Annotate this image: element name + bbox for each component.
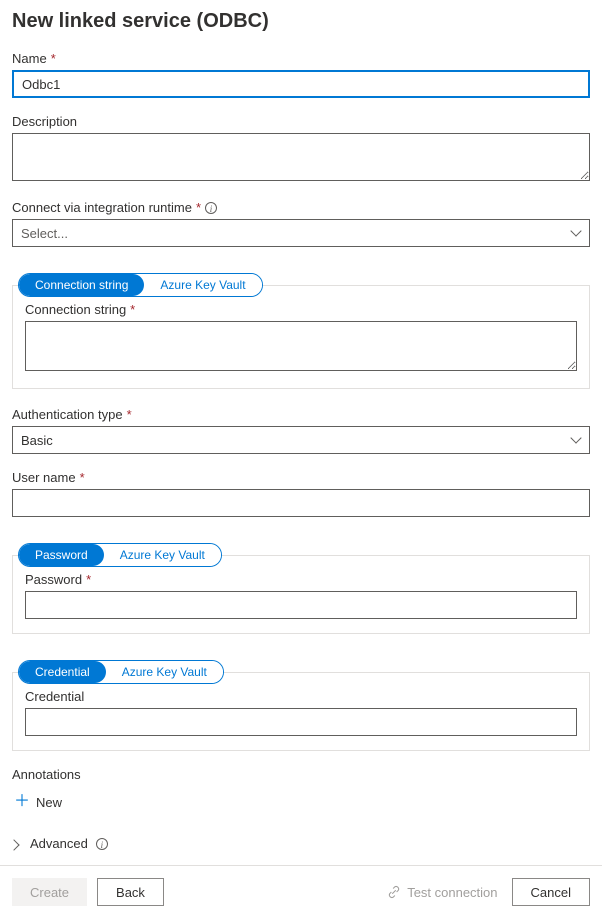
required-asterisk: * [196, 200, 201, 215]
tab-azure-key-vault-conn[interactable]: Azure Key Vault [144, 274, 261, 296]
tab-azure-key-vault-cred[interactable]: Azure Key Vault [106, 661, 223, 683]
chevron-down-icon [571, 230, 581, 236]
plus-icon: ＋ [14, 794, 30, 810]
connection-string-label: Connection string* [25, 302, 577, 317]
create-button: Create [12, 878, 87, 906]
info-icon[interactable]: i [96, 838, 108, 850]
name-label: Name* [12, 51, 590, 66]
advanced-toggle[interactable]: Advanced i [12, 836, 108, 851]
connection-string-textarea[interactable] [25, 321, 577, 371]
annotations-label: Annotations [12, 767, 590, 782]
required-asterisk: * [86, 572, 91, 587]
info-icon[interactable]: i [205, 202, 217, 214]
auth-type-select[interactable]: Basic [12, 426, 590, 454]
auth-type-select-value: Basic [21, 433, 53, 448]
required-asterisk: * [51, 51, 56, 66]
password-source-tabs: Password Azure Key Vault [18, 543, 222, 567]
panel-title: New linked service (ODBC) [12, 10, 590, 33]
add-annotation-label: New [36, 795, 62, 810]
connection-string-box: Connection string* [12, 285, 590, 389]
credential-input[interactable] [25, 708, 577, 736]
chevron-right-icon [12, 841, 22, 847]
password-label: Password* [25, 572, 577, 587]
tab-azure-key-vault-pwd[interactable]: Azure Key Vault [104, 544, 221, 566]
required-asterisk: * [130, 302, 135, 317]
connection-source-tabs: Connection string Azure Key Vault [18, 273, 263, 297]
username-label: User name* [12, 470, 590, 485]
auth-type-label: Authentication type* [12, 407, 590, 422]
credential-label: Credential [25, 689, 577, 704]
chevron-down-icon [571, 437, 581, 443]
tab-password[interactable]: Password [19, 544, 104, 566]
required-asterisk: * [80, 470, 85, 485]
back-button[interactable]: Back [97, 878, 164, 906]
tab-connection-string[interactable]: Connection string [19, 274, 144, 296]
runtime-select-value: Select... [21, 226, 68, 241]
name-input[interactable] [12, 70, 590, 98]
username-input[interactable] [12, 489, 590, 517]
description-textarea[interactable] [12, 133, 590, 181]
runtime-select[interactable]: Select... [12, 219, 590, 247]
footer-bar: Create Back Test connection Cancel [0, 865, 602, 918]
test-connection-button: Test connection [387, 885, 497, 900]
test-connection-label: Test connection [407, 885, 497, 900]
runtime-label: Connect via integration runtime* i [12, 200, 590, 215]
cancel-button[interactable]: Cancel [512, 878, 590, 906]
test-connection-icon [387, 885, 401, 899]
advanced-label: Advanced [30, 836, 88, 851]
add-annotation-button[interactable]: ＋ New [12, 790, 64, 814]
description-label: Description [12, 114, 590, 129]
credential-source-tabs: Credential Azure Key Vault [18, 660, 224, 684]
password-input[interactable] [25, 591, 577, 619]
required-asterisk: * [127, 407, 132, 422]
tab-credential[interactable]: Credential [19, 661, 106, 683]
